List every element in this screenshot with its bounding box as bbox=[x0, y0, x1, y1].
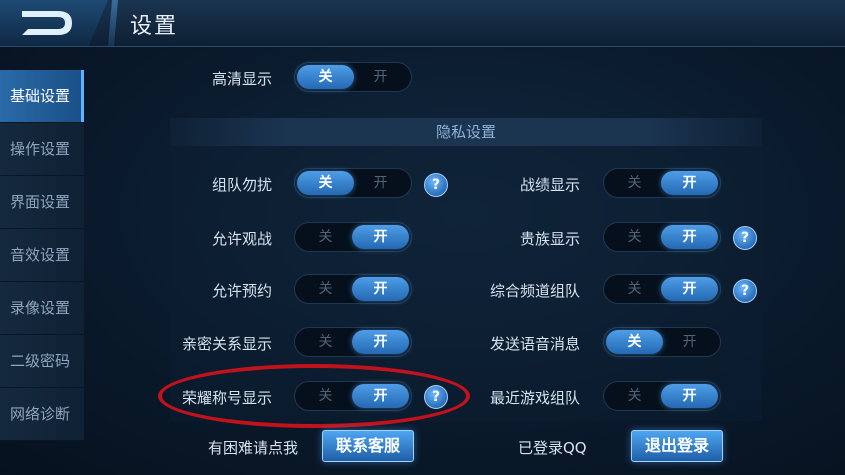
header-bar: 设置 bbox=[0, 0, 845, 47]
logged-in-qq-text: 已登录QQ bbox=[518, 439, 587, 457]
voice-message-toggle[interactable]: 关 开 bbox=[603, 327, 721, 357]
toggle-on-segment: 开 bbox=[373, 69, 388, 85]
hd-display-toggle[interactable]: 关 开 bbox=[294, 62, 412, 92]
toggle-off-segment: 关 bbox=[318, 334, 333, 350]
sidebar-item-sound[interactable]: 音效设置 bbox=[0, 229, 84, 282]
intimacy-display-toggle[interactable]: 关 开 bbox=[294, 327, 412, 357]
noble-display-toggle[interactable]: 关 开 bbox=[603, 222, 721, 252]
voice-message-label: 发送语音消息 bbox=[489, 335, 580, 353]
toggle-on-segment: 开 bbox=[352, 225, 409, 249]
recent-game-team-toggle[interactable]: 关 开 bbox=[603, 381, 721, 411]
toggle-on-segment: 开 bbox=[352, 277, 409, 301]
sidebar: 基础设置 操作设置 界面设置 音效设置 录像设置 二级密码 网络诊断 bbox=[0, 70, 84, 441]
allow-reservation-toggle[interactable]: 关 开 bbox=[294, 274, 412, 304]
help-prompt-text: 有困难请点我 bbox=[208, 439, 299, 457]
toggle-on-segment: 开 bbox=[373, 175, 388, 191]
toggle-off-segment: 关 bbox=[318, 281, 333, 297]
toggle-off-segment: 关 bbox=[627, 281, 642, 297]
toggle-off-segment: 关 bbox=[297, 65, 354, 89]
toggle-on-segment: 开 bbox=[661, 225, 718, 249]
toggle-on-segment: 开 bbox=[682, 334, 697, 350]
toggle-off-segment: 关 bbox=[627, 229, 642, 245]
sidebar-item-basic[interactable]: 基础设置 bbox=[0, 70, 84, 123]
channel-team-label: 综合频道组队 bbox=[489, 282, 580, 300]
sidebar-item-interface[interactable]: 界面设置 bbox=[0, 176, 84, 229]
logout-button[interactable]: 退出登录 bbox=[631, 430, 723, 462]
honor-title-display-label: 荣耀称号显示 bbox=[181, 389, 272, 407]
toggle-on-segment: 开 bbox=[661, 384, 718, 408]
sidebar-item-network-diagnosis[interactable]: 网络诊断 bbox=[0, 388, 84, 441]
allow-reservation-label: 允许预约 bbox=[211, 282, 272, 300]
toggle-off-segment: 关 bbox=[627, 388, 642, 404]
honor-title-display-toggle[interactable]: 关 开 bbox=[294, 381, 412, 411]
allow-spectate-label: 允许观战 bbox=[211, 230, 272, 248]
back-button[interactable] bbox=[0, 0, 108, 46]
toggle-off-segment: 关 bbox=[627, 175, 642, 191]
sidebar-item-replay[interactable]: 录像设置 bbox=[0, 282, 84, 335]
channel-team-toggle[interactable]: 关 开 bbox=[603, 274, 721, 304]
toggle-off-segment: 关 bbox=[318, 388, 333, 404]
contact-support-button[interactable]: 联系客服 bbox=[322, 430, 414, 462]
toggle-on-segment: 开 bbox=[661, 171, 718, 195]
toggle-off-segment: 关 bbox=[297, 171, 354, 195]
toggle-off-segment: 关 bbox=[606, 330, 663, 354]
record-display-label: 战绩显示 bbox=[519, 176, 580, 194]
sidebar-item-secondary-password[interactable]: 二级密码 bbox=[0, 335, 84, 388]
toggle-on-segment: 开 bbox=[661, 277, 718, 301]
record-display-toggle[interactable]: 关 开 bbox=[603, 168, 721, 198]
hd-display-label: 高清显示 bbox=[211, 70, 272, 88]
channel-team-help-icon[interactable]: ? bbox=[733, 279, 757, 303]
sidebar-item-controls[interactable]: 操作设置 bbox=[0, 123, 84, 176]
toggle-on-segment: 开 bbox=[352, 330, 409, 354]
intimacy-display-label: 亲密关系显示 bbox=[181, 335, 272, 353]
page-title: 设置 bbox=[130, 14, 179, 39]
toggle-off-segment: 关 bbox=[318, 229, 333, 245]
recent-game-team-label: 最近游戏组队 bbox=[489, 389, 580, 407]
allow-spectate-toggle[interactable]: 关 开 bbox=[294, 222, 412, 252]
toggle-on-segment: 开 bbox=[352, 384, 409, 408]
noble-display-label: 贵族显示 bbox=[519, 230, 580, 248]
team-do-not-disturb-toggle[interactable]: 关 开 bbox=[294, 168, 412, 198]
privacy-section-title: 隐私设置 bbox=[170, 118, 762, 146]
header-divider bbox=[108, 0, 118, 46]
back-logo-icon bbox=[22, 11, 72, 35]
noble-display-help-icon[interactable]: ? bbox=[733, 226, 757, 250]
team-do-not-disturb-label: 组队勿扰 bbox=[211, 176, 272, 194]
